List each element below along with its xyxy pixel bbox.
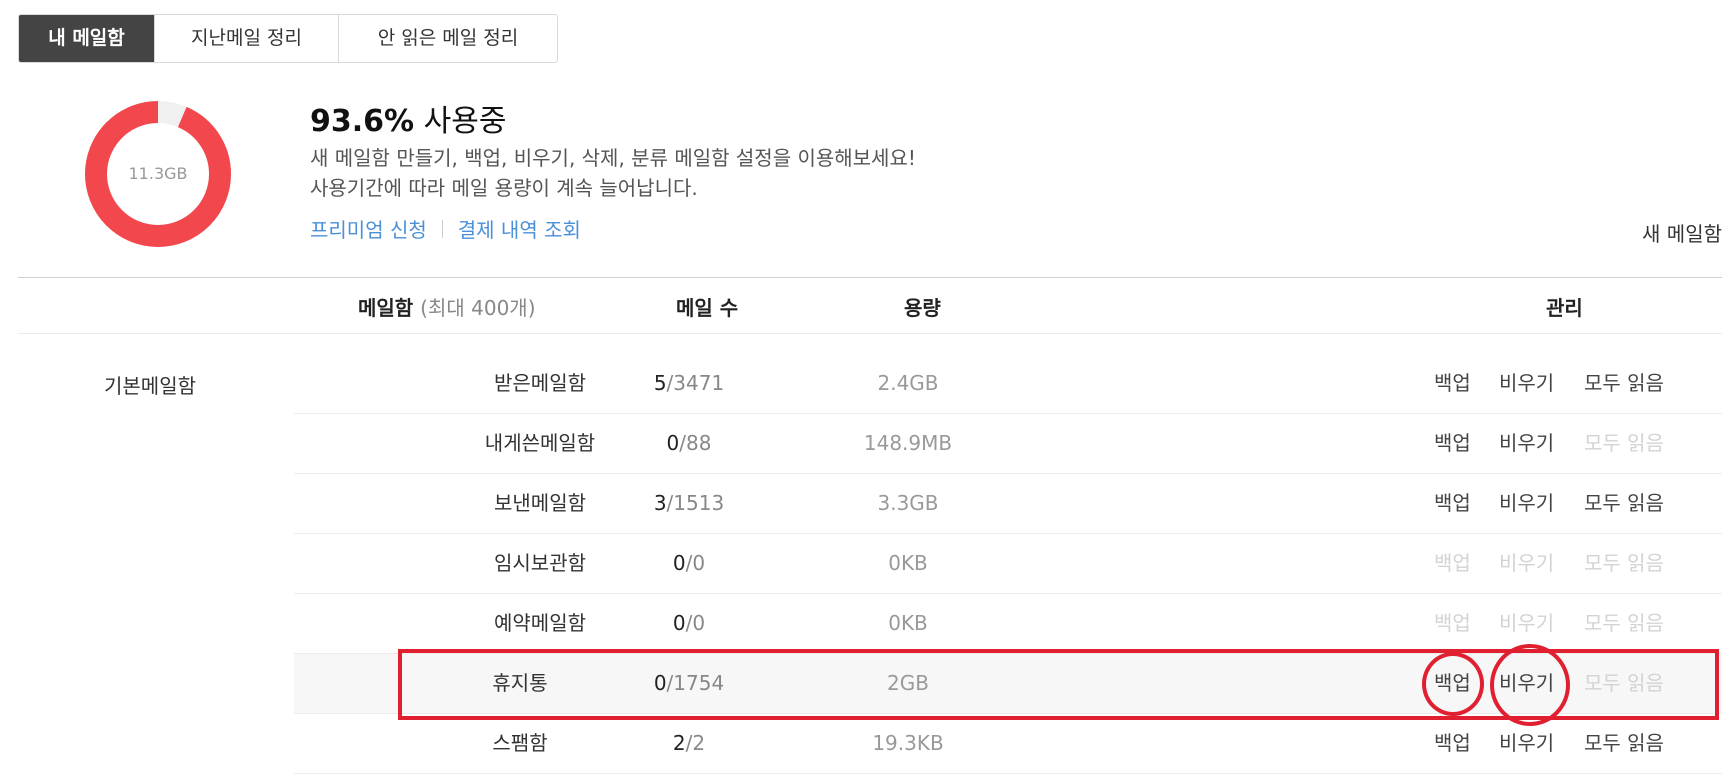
mailbox-size: 148.9MB bbox=[863, 431, 953, 455]
backup-button[interactable]: 백업 bbox=[1434, 414, 1471, 473]
mailbox-name[interactable]: 받은메일함 bbox=[440, 354, 640, 413]
table-row-sent: 보낸메일함 3/1513 3.3GB 백업 비우기 모두 읽음 bbox=[294, 474, 1722, 534]
total-count: /88 bbox=[679, 431, 712, 455]
table-top-divider bbox=[18, 277, 1722, 278]
header-mail-count: 메일 수 bbox=[676, 296, 739, 320]
total-count: /0 bbox=[685, 611, 706, 635]
unread-count[interactable]: 3 bbox=[654, 491, 667, 515]
mail-count: 0/88 bbox=[614, 414, 764, 473]
total-count: /2 bbox=[685, 731, 706, 755]
usage-percent: 93.6% bbox=[310, 104, 415, 139]
mailbox-tabs: 내 메일함 지난메일 정리 안 읽은 메일 정리 bbox=[18, 14, 558, 63]
unread-count[interactable]: 2 bbox=[673, 731, 686, 755]
storage-links: 프리미엄 신청 결제 내역 조회 bbox=[310, 214, 581, 243]
empty-button[interactable]: 비우기 bbox=[1499, 354, 1554, 413]
tab-old-mail-cleanup[interactable]: 지난메일 정리 bbox=[155, 15, 339, 62]
section-default-mailboxes: 기본메일함 bbox=[104, 374, 196, 398]
usage-heading: 93.6% 사용중 bbox=[310, 96, 506, 140]
table-header-divider bbox=[18, 333, 1722, 334]
total-count: /1513 bbox=[666, 491, 725, 515]
unread-count[interactable]: 0 bbox=[667, 431, 680, 455]
backup-button: 백업 bbox=[1434, 611, 1471, 635]
header-size: 용량 bbox=[904, 296, 941, 320]
mark-all-read-button[interactable]: 모두 읽음 bbox=[1584, 474, 1664, 533]
total-count: /3471 bbox=[666, 371, 725, 395]
header-mailbox: 메일함 (최대 400개) bbox=[358, 292, 536, 321]
mailbox-name[interactable]: 임시보관함 bbox=[440, 534, 640, 593]
empty-button[interactable]: 비우기 bbox=[1499, 474, 1554, 533]
premium-apply-link[interactable]: 프리미엄 신청 bbox=[310, 214, 427, 243]
usage-description-2: 사용기간에 따라 메일 용량이 계속 늘어납니다. bbox=[310, 176, 698, 200]
table-row-spam: 스팸함 2/2 19.3KB 백업 비우기 모두 읽음 bbox=[294, 714, 1722, 774]
usage-text: 사용중 bbox=[423, 104, 507, 139]
new-mailbox-button[interactable]: 새 메일함 bbox=[1642, 218, 1722, 247]
mailbox-name[interactable]: 스팸함 bbox=[420, 714, 620, 773]
table-row-drafts: 임시보관함 0/0 0KB 백업 비우기 모두 읽음 bbox=[294, 534, 1722, 594]
empty-button: 비우기 bbox=[1499, 551, 1555, 575]
table-row-inbox: 받은메일함 5/3471 2.4GB 백업 비우기 모두 읽음 bbox=[294, 354, 1722, 414]
unread-count[interactable]: 0 bbox=[673, 611, 686, 635]
mark-all-read-button[interactable]: 모두 읽음 bbox=[1584, 714, 1664, 773]
mailbox-name[interactable]: 내게쓴메일함 bbox=[440, 414, 640, 473]
mail-count: 5/3471 bbox=[614, 354, 764, 413]
highlight-circle-backup bbox=[1422, 652, 1484, 716]
empty-button[interactable]: 비우기 bbox=[1499, 414, 1554, 473]
mark-all-read-button[interactable]: 모두 읽음 bbox=[1584, 354, 1664, 413]
mark-all-read-button: 모두 읽음 bbox=[1584, 551, 1664, 575]
unread-count[interactable]: 5 bbox=[654, 371, 667, 395]
mail-count: 3/1513 bbox=[614, 474, 764, 533]
total-count: /0 bbox=[685, 551, 706, 575]
table-row-self-sent: 내게쓴메일함 0/88 148.9MB 백업 비우기 모두 읽음 bbox=[294, 414, 1722, 474]
mark-all-read-button: 모두 읽음 bbox=[1584, 611, 1664, 635]
mailbox-name[interactable]: 보낸메일함 bbox=[440, 474, 640, 533]
highlight-circle-empty bbox=[1490, 644, 1570, 726]
storage-total-label: 11.3GB bbox=[128, 164, 188, 183]
mailbox-size: 3.3GB bbox=[877, 491, 939, 515]
backup-button: 백업 bbox=[1434, 551, 1471, 575]
mailbox-size: 0KB bbox=[888, 551, 928, 575]
mailbox-name[interactable]: 예약메일함 bbox=[440, 594, 640, 653]
mail-count: 0/0 bbox=[614, 534, 764, 593]
mailbox-size: 0KB bbox=[888, 611, 928, 635]
mail-count: 2/2 bbox=[614, 714, 764, 773]
backup-button[interactable]: 백업 bbox=[1434, 474, 1471, 533]
table-row-scheduled: 예약메일함 0/0 0KB 백업 비우기 모두 읽음 bbox=[294, 594, 1722, 654]
mailbox-size: 2.4GB bbox=[877, 371, 939, 395]
tab-my-mailbox[interactable]: 내 메일함 bbox=[19, 15, 155, 62]
header-mailbox-label: 메일함 bbox=[358, 296, 414, 320]
tab-unread-mail-cleanup[interactable]: 안 읽은 메일 정리 bbox=[339, 15, 557, 62]
header-mailbox-limit: (최대 400개) bbox=[420, 296, 536, 320]
link-divider bbox=[441, 219, 443, 238]
usage-description-1: 새 메일함 만들기, 백업, 비우기, 삭제, 분류 메일함 설정을 이용해보세… bbox=[310, 146, 916, 170]
unread-count[interactable]: 0 bbox=[673, 551, 686, 575]
mark-all-read-button: 모두 읽음 bbox=[1584, 431, 1664, 455]
header-manage: 관리 bbox=[1546, 296, 1583, 320]
backup-button[interactable]: 백업 bbox=[1434, 714, 1471, 773]
mailbox-size: 19.3KB bbox=[872, 731, 944, 755]
payment-history-link[interactable]: 결제 내역 조회 bbox=[458, 214, 581, 243]
backup-button[interactable]: 백업 bbox=[1434, 354, 1471, 413]
mail-count: 0/0 bbox=[614, 594, 764, 653]
